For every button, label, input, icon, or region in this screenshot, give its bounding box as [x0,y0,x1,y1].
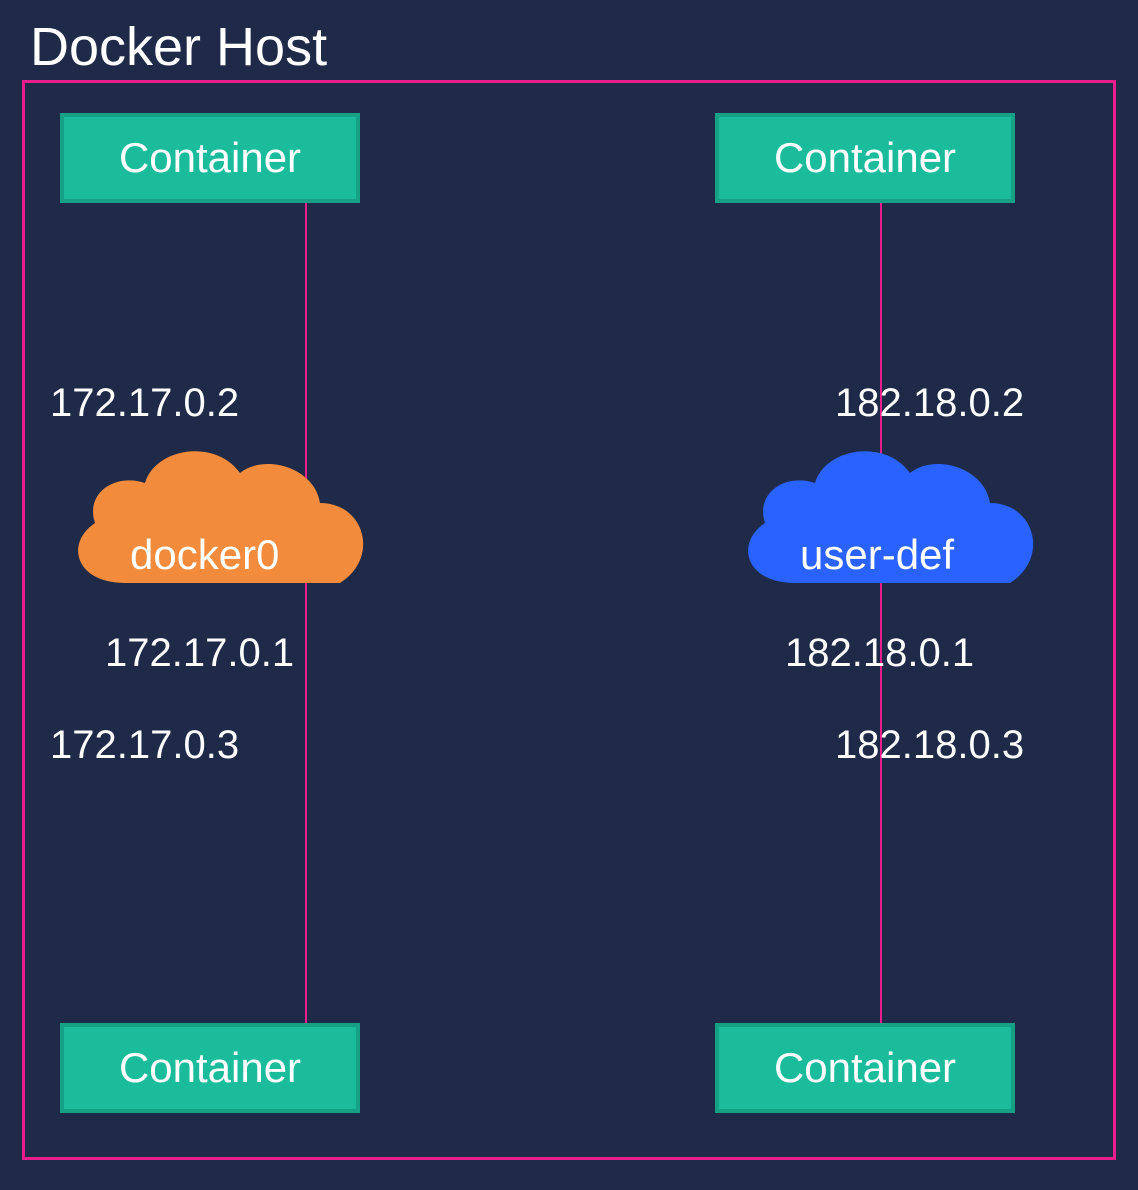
diagram-title: Docker Host [30,16,327,78]
docker-host-box: Container Container Container Container … [22,80,1116,1160]
container-box-bottom-right: Container [715,1023,1015,1113]
ip-left-bottom: 172.17.0.3 [50,723,239,768]
cloud-icon-docker0 [45,423,385,623]
cloud-icon-userdef [715,423,1055,623]
ip-right-gateway: 182.18.0.1 [785,631,974,676]
ip-left-top: 172.17.0.2 [50,381,239,426]
ip-right-top: 182.18.0.2 [835,381,1024,426]
container-box-top-left: Container [60,113,360,203]
container-label: Container [774,134,956,182]
cloud-label-docker0: docker0 [130,531,279,579]
container-label: Container [774,1044,956,1092]
container-label: Container [119,134,301,182]
ip-right-bottom: 182.18.0.3 [835,723,1024,768]
ip-left-gateway: 172.17.0.1 [105,631,294,676]
container-label: Container [119,1044,301,1092]
cloud-label-userdef: user-def [800,531,954,579]
container-box-bottom-left: Container [60,1023,360,1113]
container-box-top-right: Container [715,113,1015,203]
